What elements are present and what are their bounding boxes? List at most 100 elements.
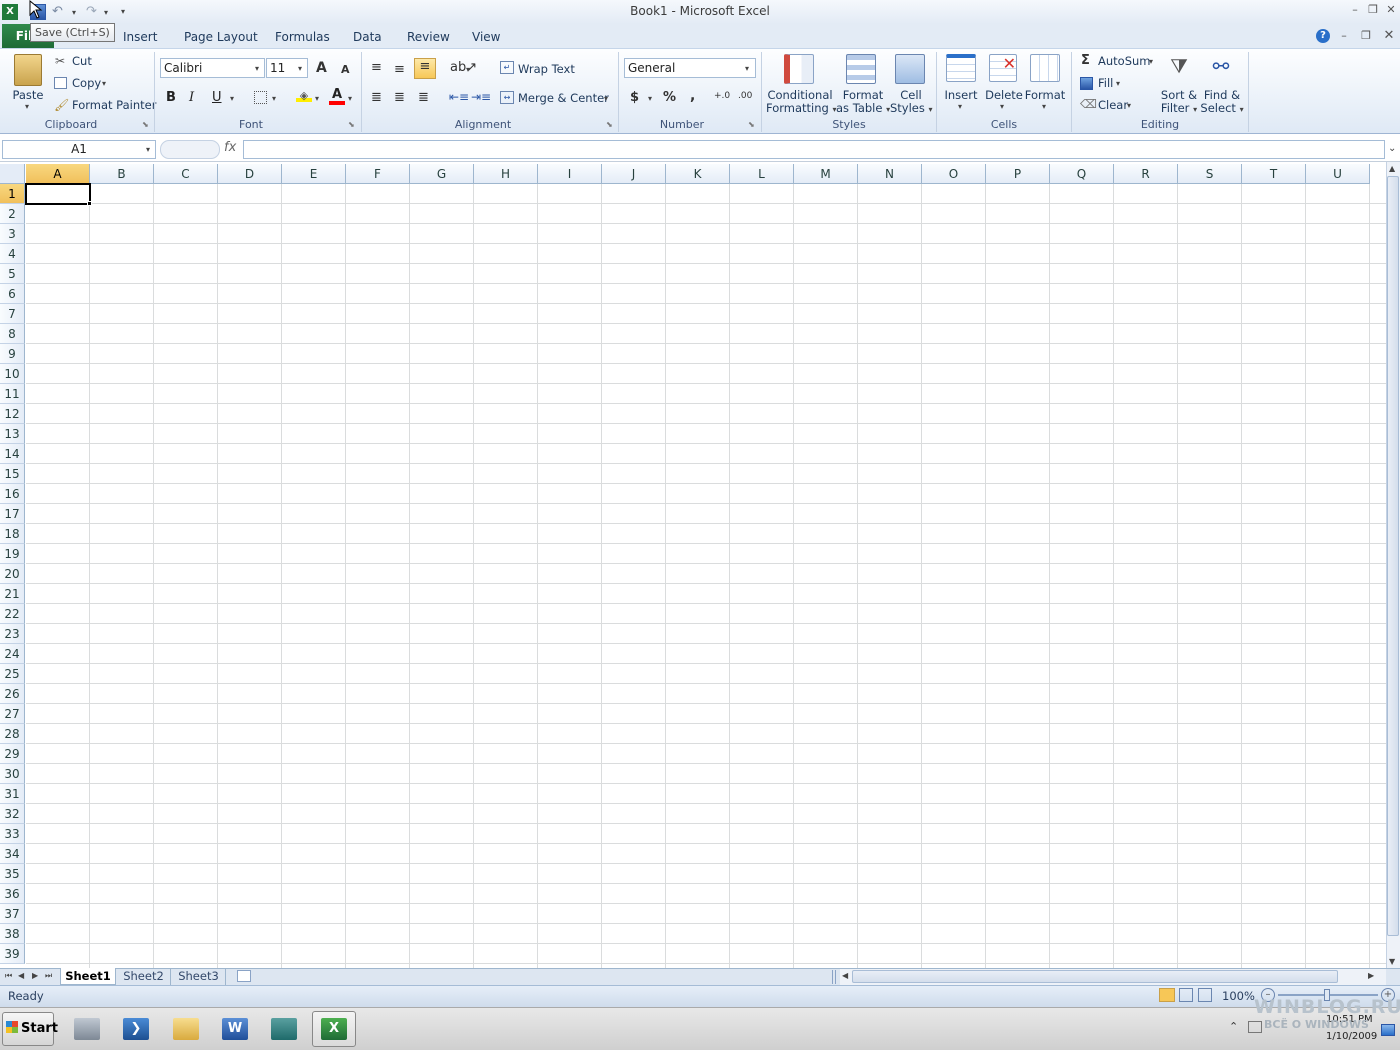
workbook-close-icon[interactable]: ✕	[1381, 28, 1397, 43]
row-header[interactable]: 8	[0, 324, 25, 344]
conditional-formatting-button[interactable]: Conditional Formatting ▾	[766, 89, 837, 116]
format-cells-dropdown-icon[interactable]: ▾	[1042, 102, 1046, 111]
clipboard-launcher-icon[interactable]: ⬊	[142, 120, 149, 129]
zoom-level[interactable]: 100%	[1222, 989, 1255, 1003]
vertical-scroll-thumb[interactable]	[1387, 176, 1399, 936]
taskbar-server-manager-icon[interactable]	[65, 1011, 109, 1047]
page-break-view-icon[interactable]	[1198, 988, 1212, 1002]
row-header[interactable]: 23	[0, 624, 25, 644]
delete-cells-dropdown-icon[interactable]: ▾	[1000, 102, 1004, 111]
column-header[interactable]: M	[794, 164, 858, 184]
row-header[interactable]: 14	[0, 444, 25, 464]
row-header[interactable]: 28	[0, 724, 25, 744]
row-header[interactable]: 9	[0, 344, 25, 364]
row-header[interactable]: 10	[0, 364, 25, 384]
row-header[interactable]: 21	[0, 584, 25, 604]
increase-indent-icon[interactable]: ⇥≡	[471, 90, 491, 104]
normal-view-icon[interactable]	[1159, 988, 1175, 1002]
tab-split-handle[interactable]	[832, 970, 836, 984]
row-header[interactable]: 6	[0, 284, 25, 304]
alignment-launcher-icon[interactable]: ⬊	[606, 120, 613, 129]
copy-dropdown-icon[interactable]: ▾	[102, 79, 106, 88]
column-header[interactable]: Q	[1050, 164, 1114, 184]
restore-icon[interactable]: ❐	[1365, 3, 1381, 16]
copy-button[interactable]: Copy	[72, 76, 101, 90]
scroll-up-icon[interactable]: ▲	[1389, 164, 1395, 173]
number-format-dropdown-icon[interactable]: ▾	[745, 64, 749, 73]
autosum-button[interactable]: AutoSum	[1098, 54, 1151, 68]
close-window-icon[interactable]: ✕	[1383, 3, 1399, 16]
clock-date[interactable]: 1/10/2009	[1326, 1031, 1377, 1042]
delete-cells-button[interactable]: Delete	[984, 89, 1024, 102]
row-header[interactable]: 29	[0, 744, 25, 764]
fill-dropdown-icon[interactable]: ▾	[1116, 79, 1120, 88]
column-header[interactable]: N	[858, 164, 922, 184]
row-header[interactable]: 37	[0, 904, 25, 924]
column-header[interactable]: O	[922, 164, 986, 184]
ribbon-minimize-icon[interactable]: –	[1336, 29, 1352, 42]
horizontal-scroll-thumb[interactable]	[852, 970, 1338, 983]
row-header[interactable]: 20	[0, 564, 25, 584]
number-format-combo[interactable]: General	[624, 58, 756, 78]
sheet-tab-3[interactable]: Sheet3	[172, 968, 226, 985]
row-header[interactable]: 13	[0, 424, 25, 444]
format-cells-button[interactable]: Format	[1024, 89, 1066, 102]
taskbar-publisher-icon[interactable]	[262, 1011, 306, 1047]
tab-insert[interactable]: Insert	[123, 30, 157, 44]
column-header[interactable]: B	[90, 164, 154, 184]
column-header[interactable]: I	[538, 164, 602, 184]
row-header[interactable]: 33	[0, 824, 25, 844]
row-header[interactable]: 36	[0, 884, 25, 904]
paste-button[interactable]: Paste	[10, 89, 46, 102]
page-layout-view-icon[interactable]	[1179, 988, 1193, 1002]
row-header[interactable]: 3	[0, 224, 25, 244]
decrease-decimal-button[interactable]: .00	[738, 91, 752, 101]
font-color-button[interactable]: A	[329, 87, 345, 105]
decrease-indent-icon[interactable]: ⇤≡	[449, 90, 469, 104]
format-as-table-button[interactable]: Format as Table ▾	[836, 89, 890, 116]
minimize-icon[interactable]: –	[1347, 3, 1363, 16]
column-header[interactable]: S	[1178, 164, 1242, 184]
tab-formulas[interactable]: Formulas	[275, 30, 330, 44]
font-size-dropdown-icon[interactable]: ▾	[298, 64, 302, 73]
column-header[interactable]: T	[1242, 164, 1306, 184]
row-header[interactable]: 17	[0, 504, 25, 524]
column-header[interactable]: G	[410, 164, 474, 184]
row-header[interactable]: 31	[0, 784, 25, 804]
scroll-down-icon[interactable]: ▼	[1389, 957, 1395, 966]
align-top-icon[interactable]: ≡	[371, 60, 382, 75]
fill-handle[interactable]	[87, 201, 92, 206]
row-header[interactable]: 27	[0, 704, 25, 724]
next-sheet-icon[interactable]: ▶	[32, 971, 38, 980]
underline-button[interactable]: U	[212, 90, 222, 105]
font-color-dropdown-icon[interactable]: ▾	[348, 94, 352, 103]
row-header[interactable]: 7	[0, 304, 25, 324]
column-header[interactable]: E	[282, 164, 346, 184]
merge-center-dropdown-icon[interactable]: ▾	[604, 94, 608, 103]
name-box[interactable]: A1	[2, 140, 156, 159]
align-right-icon[interactable]: ≣	[418, 90, 429, 105]
number-launcher-icon[interactable]: ⬊	[748, 120, 755, 129]
row-header[interactable]: 25	[0, 664, 25, 684]
find-select-button[interactable]: Find & Select ▾	[1200, 89, 1244, 116]
row-header[interactable]: 5	[0, 264, 25, 284]
tab-review[interactable]: Review	[407, 30, 450, 44]
wrap-text-button[interactable]: Wrap Text	[518, 62, 575, 76]
align-left-icon[interactable]: ≣	[371, 90, 382, 105]
column-header[interactable]: P	[986, 164, 1050, 184]
fill-button[interactable]: Fill	[1098, 76, 1113, 90]
row-header[interactable]: 32	[0, 804, 25, 824]
scroll-left-icon[interactable]: ◀	[842, 971, 848, 980]
column-header[interactable]: F	[346, 164, 410, 184]
fill-color-dropdown-icon[interactable]: ▾	[315, 94, 319, 103]
row-header[interactable]: 15	[0, 464, 25, 484]
expand-formula-bar-icon[interactable]: ⌄	[1388, 143, 1396, 154]
insert-function-button[interactable]: fx	[224, 140, 236, 155]
column-header[interactable]: J	[602, 164, 666, 184]
row-header[interactable]: 4	[0, 244, 25, 264]
column-header[interactable]: D	[218, 164, 282, 184]
active-cell[interactable]	[25, 183, 91, 205]
insert-sheet-icon[interactable]	[237, 970, 251, 982]
row-header[interactable]: 12	[0, 404, 25, 424]
orientation-icon[interactable]: ab↗	[450, 60, 477, 75]
